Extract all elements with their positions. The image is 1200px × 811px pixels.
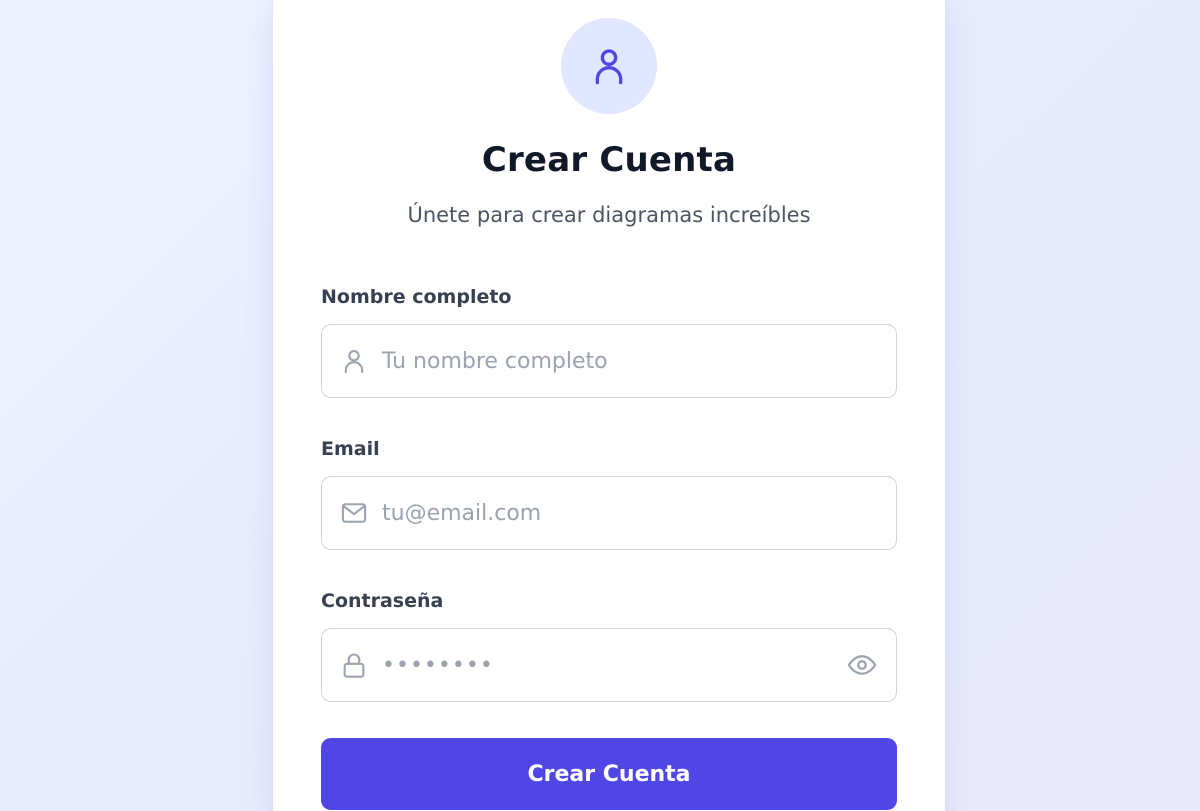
lock-icon: [340, 651, 368, 679]
page-title: Crear Cuenta: [481, 140, 737, 180]
email-input[interactable]: [382, 493, 896, 533]
signup-card: Crear Cuenta Únete para crear diagramas …: [273, 0, 945, 811]
user-icon: [340, 347, 368, 375]
email-label: Email: [321, 438, 380, 460]
name-input[interactable]: [382, 341, 896, 381]
mail-icon: [340, 499, 368, 527]
user-icon: [595, 49, 623, 85]
page-subtitle: Únete para crear diagramas increíbles: [407, 203, 811, 227]
password-field: [321, 628, 897, 702]
password-label: Contraseña: [321, 590, 444, 612]
avatar-badge: [561, 18, 657, 114]
eye-icon[interactable]: [846, 649, 878, 681]
create-account-button[interactable]: Crear Cuenta: [321, 738, 897, 810]
email-field: [321, 476, 897, 550]
name-label: Nombre completo: [321, 286, 512, 308]
name-field: [321, 324, 897, 398]
password-input[interactable]: [382, 645, 846, 685]
